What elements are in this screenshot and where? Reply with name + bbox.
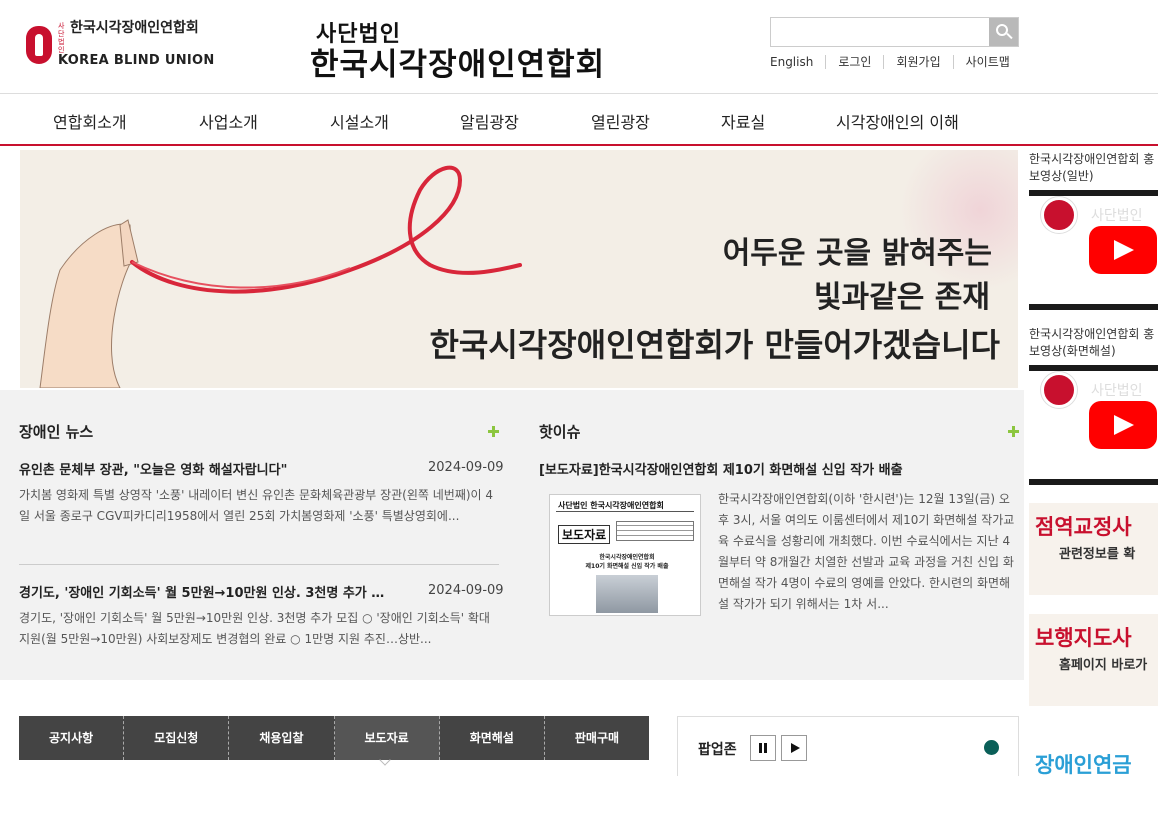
news-item-title[interactable]: 경기도, '장애인 기회소득' 월 5만원→10만원 인상. 3천명 추가 … (19, 582, 414, 601)
signup-link[interactable]: 회원가입 (883, 55, 952, 69)
news-item-title[interactable]: 유인촌 문체부 장관, "오늘은 영화 해설자랍니다" (19, 459, 414, 478)
video-title: 사단법인 (1091, 208, 1143, 224)
popup-indicator-dot[interactable] (984, 740, 999, 755)
search-input[interactable] (771, 18, 989, 46)
logo-english-name: KOREA BLIND UNION (58, 53, 215, 68)
logo-icon (26, 25, 52, 64)
popup-zone-title: 팝업존 (698, 742, 737, 758)
english-link[interactable]: English (770, 55, 825, 69)
site-header: 사단법인한국시각장애인연합회 KOREA BLIND UNION 사단법인 한국… (0, 0, 1158, 92)
disability-pension-banner[interactable]: 장애인연금 (1029, 725, 1158, 817)
tab-recruitment[interactable]: 모집신청 (124, 716, 230, 760)
center-logo-main: 한국시각장애인연합회 (310, 47, 606, 83)
banner-title: 점역교정사 (1035, 514, 1132, 539)
banner-subtitle: 관련정보를 확 (1059, 547, 1136, 562)
banner-line-2: 빛과같은 존재 (813, 280, 990, 315)
video-title: 사단법인 (1091, 383, 1143, 399)
banner-title: 장애인연금 (1035, 752, 1132, 777)
center-logo-sub: 사단법인 (316, 21, 401, 47)
news-section: 장애인 뉴스 유인촌 문체부 장관, "오늘은 영화 해설자랍니다" 2024-… (0, 390, 1024, 680)
thumb-header: 사단법인 한국시각장애인연합회 (558, 501, 664, 510)
nav-item-understanding[interactable]: 시각장애인의 이해 (836, 109, 959, 133)
hot-issue-body[interactable]: 한국시각장애인연합회(이하 '한시련')는 12월 13일(금) 오후 3시, … (718, 489, 1016, 617)
utility-links: English 로그인 회원가입 사이트맵 (770, 55, 1022, 69)
promo-video-general[interactable]: 사단법인 (1029, 190, 1158, 310)
promo-video-description[interactable]: 사단법인 (1029, 365, 1158, 485)
hot-issue-thumbnail[interactable]: 사단법인 한국시각장애인연합회 보도자료 한국시각장애인연합회 제10기 화면해… (549, 494, 701, 616)
search-box (770, 17, 1019, 47)
thumb-photo (596, 575, 658, 613)
pause-icon[interactable] (750, 735, 776, 761)
main-banner[interactable]: 어두운 곳을 밝혀주는 빛과같은 존재 한국시각장애인연합회가 만들어가겠습니다 (20, 150, 1018, 388)
right-sidebar: 한국시각장애인연합회 홍보영상(일반) 사단법인 한국시각장애인연합회 홍보영상… (1024, 148, 1158, 817)
nav-item-facilities[interactable]: 시설소개 (330, 109, 389, 133)
board-tabs: 공지사항 모집신청 채용입찰 보도자료 화면해설 판매구매 (19, 716, 649, 760)
banner-title: 보행지도사 (1035, 625, 1132, 650)
news-item-date: 2024-09-09 (428, 460, 504, 475)
news-more-icon[interactable] (488, 426, 499, 437)
tab-press-release[interactable]: 보도자료 (334, 716, 440, 760)
news-item-body[interactable]: 경기도, '장애인 기회소득' 월 5만원→10만원 인상. 3천명 추가 모집… (19, 608, 499, 650)
search-button[interactable] (989, 18, 1018, 46)
nav-item-about[interactable]: 연합회소개 (53, 109, 127, 133)
thumb-press-label: 보도자료 (558, 525, 611, 544)
video-label-general: 한국시각장애인연합회 홍보영상(일반) (1029, 152, 1155, 183)
hot-issue-title: 핫이슈 (539, 423, 581, 441)
nav-item-archive[interactable]: 자료실 (721, 109, 765, 133)
mobility-instructor-banner[interactable]: 보행지도사 홈페이지 바로가 (1029, 614, 1158, 706)
tab-sales[interactable]: 판매구매 (545, 716, 649, 760)
logo-sub: 사단법인 (58, 22, 65, 54)
nav-item-business[interactable]: 사업소개 (199, 109, 258, 133)
news-item-date: 2024-09-09 (428, 583, 504, 598)
popup-zone: 팝업존 (677, 716, 1019, 776)
tab-notice[interactable]: 공지사항 (19, 716, 125, 760)
hot-issue-more-icon[interactable] (1008, 426, 1019, 437)
main-navigation: 연합회소개 사업소개 시설소개 알림광장 열린광장 자료실 시각장애인의 이해 (0, 93, 1158, 146)
banner-line-3: 한국시각장애인연합회가 만들어가겠습니다 (429, 326, 1000, 364)
play-icon[interactable] (1089, 226, 1157, 274)
braille-proofreader-banner[interactable]: 점역교정사 관련정보를 확 (1029, 503, 1158, 595)
center-logo[interactable]: 사단법인 한국시각장애인연합회 (310, 16, 605, 82)
hot-issue-headline[interactable]: [보도자료]한국시각장애인연합회 제10기 화면해설 신입 작가 배출 (539, 459, 1009, 478)
site-logo[interactable]: 사단법인 한국시각장애인연합회 KOREA BLIND UNION (26, 20, 215, 68)
news-item-body[interactable]: 가치봄 영화제 특별 상영작 '소풍' 내레이터 변신 유인촌 문화체육관광부 … (19, 485, 499, 548)
play-icon[interactable] (781, 735, 807, 761)
nav-item-open-square[interactable]: 열린광장 (591, 109, 650, 133)
tab-audio-description[interactable]: 화면해설 (440, 716, 545, 760)
play-icon[interactable] (1089, 401, 1157, 449)
banner-line-1: 어두운 곳을 밝혀주는 (722, 236, 992, 271)
sitemap-link[interactable]: 사이트맵 (952, 55, 1022, 69)
thumb-caption: 한국시각장애인연합회 제10기 화면해설 신입 작가 배출 (585, 554, 669, 570)
login-link[interactable]: 로그인 (825, 55, 883, 69)
logo-korean-name: 한국시각장애인연합회 (70, 20, 199, 36)
news-title: 장애인 뉴스 (19, 423, 94, 441)
nav-item-notice-square[interactable]: 알림광장 (460, 109, 519, 133)
video-label-description: 한국시각장애인연합회 홍보영상(화면해설) (1029, 327, 1155, 358)
thumb-info-table (616, 521, 694, 541)
banner-subtitle: 홈페이지 바로가 (1059, 658, 1148, 673)
channel-logo-icon (1041, 372, 1077, 408)
channel-logo-icon (1041, 197, 1077, 233)
tab-hiring-bids[interactable]: 채용입찰 (229, 716, 335, 760)
